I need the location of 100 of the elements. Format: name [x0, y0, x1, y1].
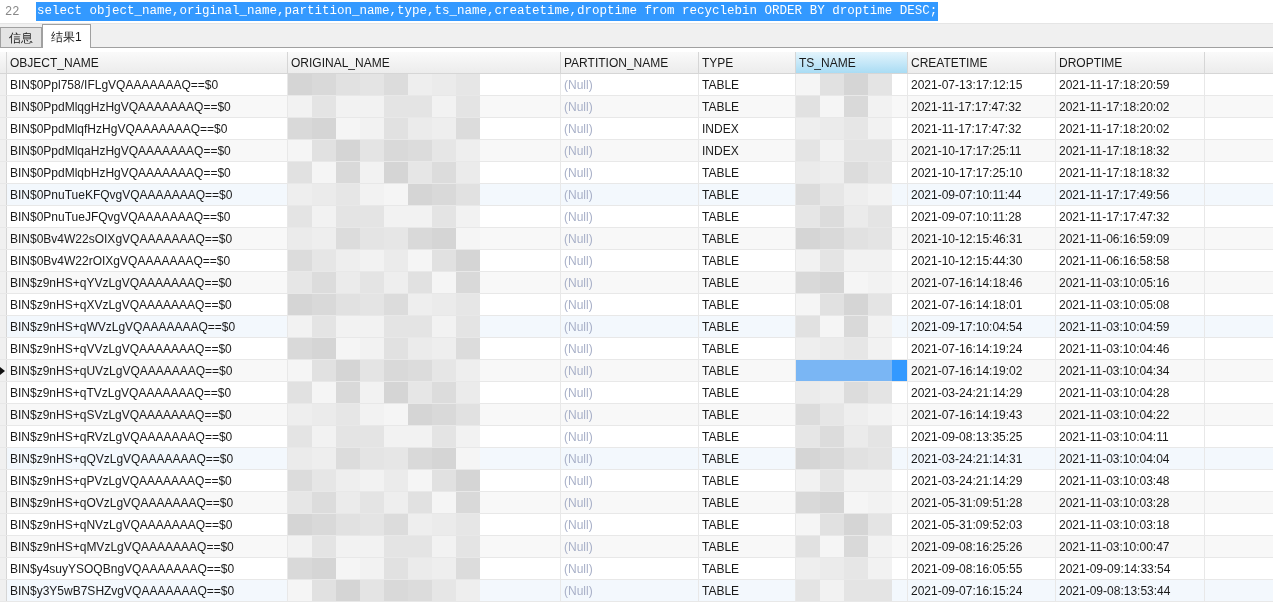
table-row[interactable]: BIN$z9nHS+qPVzLgVQAAAAAAAQ==$0 (Null) TABLE 2021-03-24:21:14:29 2021-11-03:10:03:48: [0, 470, 1273, 492]
line-number: 22: [4, 3, 21, 21]
table-row[interactable]: BIN$z9nHS+qTVzLgVQAAAAAAAQ==$0 (Null) TABLE 2021-03-24:21:14:29 2021-11-03:10:04:28: [0, 382, 1273, 404]
table-row[interactable]: BIN$z9nHS+qRVzLgVQAAAAAAAQ==$0 (Null) TABLE 2021-09-08:13:35:25 2021-11-03:10:04:11: [0, 426, 1273, 448]
table-cell-text: BIN$z9nHS+qPVzLgVQAAAAAAAQ==$0: [10, 472, 232, 490]
row-header[interactable]: [0, 360, 7, 381]
table-row[interactable]: BIN$z9nHS+qOVzLgVQAAAAAAAQ==$0 (Null) TABLE 2021-05-31:09:51:28 2021-11-03:10:03:28: [0, 492, 1273, 514]
table-cell-text: BIN$0PpdMlqaHzHgVQAAAAAAAQ==$0: [10, 142, 231, 160]
table-cell-text: 2021-09-08:16:05:55: [911, 560, 1023, 578]
table-cell-text: TABLE: [702, 296, 740, 314]
table-row[interactable]: BIN$0Bv4W22sOIXgVQAAAAAAAQ==$0 (Null) TABLE 2021-10-12:15:46:31 2021-11-06:16:59:09: [0, 228, 1273, 250]
table-cell-text: BIN$0PpdMlqgHzHgVQAAAAAAAQ==$0: [10, 98, 231, 116]
table-cell-text: 2021-11-17:17:49:56: [1059, 186, 1170, 204]
table-cell-text: 2021-07-16:14:18:01: [911, 296, 1023, 314]
column-header[interactable]: OBJECT_NAME: [7, 52, 288, 73]
column-header[interactable]: ORIGINAL_NAME: [288, 52, 561, 73]
table-row[interactable]: BIN$z9nHS+qMVzLgVQAAAAAAAQ==$0 (Null) TABLE 2021-09-08:16:25:26 2021-11-03:10:00:47: [0, 536, 1273, 558]
table-cell-text: 2021-11-06:16:58:58: [1059, 252, 1170, 270]
table-cell-text: 2021-11-17:17:47:32: [911, 120, 1022, 138]
table-row[interactable]: BIN$z9nHS+qWVzLgVQAAAAAAAQ==$0 (Null) TABLE 2021-09-17:10:04:54 2021-11-03:10:04:59: [0, 316, 1273, 338]
table-cell-text: BIN$z9nHS+qMVzLgVQAAAAAAAQ==$0: [10, 538, 234, 556]
table-row[interactable]: BIN$0PnuTueJFQvgVQAAAAAAAQ==$0 (Null) TABLE 2021-09-07:10:11:28 2021-11-17:17:47:32: [0, 206, 1273, 228]
table-cell-text: 2021-11-03:10:05:08: [1059, 296, 1170, 314]
table-row[interactable]: BIN$0PnuTueKFQvgVQAAAAAAAQ==$0 (Null) TABLE 2021-09-07:10:11:44 2021-11-17:17:49:56: [0, 184, 1273, 206]
table-cell-text: BIN$z9nHS+qNVzLgVQAAAAAAAQ==$0: [10, 516, 233, 534]
column-header[interactable]: CREATETIME: [908, 52, 1056, 73]
table-cell-text: (Null): [564, 538, 593, 556]
table-cell-text: (Null): [564, 494, 593, 512]
table-cell-text: (Null): [564, 384, 593, 402]
table-cell-text: (Null): [564, 516, 593, 534]
table-cell-text: TABLE: [702, 208, 740, 226]
table-cell-text: TABLE: [702, 164, 740, 182]
table-cell-text: 2021-05-31:09:52:03: [911, 516, 1023, 534]
table-cell-text: 2021-10-12:15:46:31: [911, 230, 1023, 248]
table-cell-text: 2021-11-03:10:04:34: [1059, 362, 1170, 380]
table-row[interactable]: BIN$y3Y5wB7SHZvgVQAAAAAAAQ==$0 (Null) TABLE 2021-09-07:16:15:24 2021-09-08:13:53:44: [0, 580, 1273, 602]
table-cell-text: (Null): [564, 76, 593, 94]
table-cell-text: BIN$z9nHS+qSVzLgVQAAAAAAAQ==$0: [10, 406, 232, 424]
column-header[interactable]: TS_NAME: [796, 52, 908, 73]
table-cell-text: (Null): [564, 362, 593, 380]
table-row[interactable]: BIN$0PpdMlqbHzHgVQAAAAAAAQ==$0 (Null) TABLE 2021-10-17:17:25:10 2021-11-17:18:18:32: [0, 162, 1273, 184]
table-cell-text: TABLE: [702, 98, 740, 116]
table-cell-text: BIN$0PpdMlqbHzHgVQAAAAAAAQ==$0: [10, 164, 231, 182]
table-row[interactable]: BIN$0PpdMlqfHzHgVQAAAAAAAQ==$0 (Null) INDEX 2021-11-17:17:47:32 2021-11-17:18:20:02: [0, 118, 1273, 140]
table-cell-text: 2021-07-13:17:12:15: [911, 76, 1023, 94]
table-cell-text: 2021-11-03:10:03:48: [1059, 472, 1170, 490]
table-cell-text: BIN$z9nHS+qTVzLgVQAAAAAAAQ==$0: [10, 384, 232, 402]
table-cell-text: 2021-09-07:10:11:28: [911, 208, 1022, 226]
column-header[interactable]: PARTITION_NAME: [561, 52, 699, 73]
table-cell-text: BIN$0Ppl758/IFLgVQAAAAAAAQ==$0: [10, 76, 219, 94]
table-cell-text: BIN$z9nHS+qYVzLgVQAAAAAAAQ==$0: [10, 274, 232, 292]
table-cell-text: (Null): [564, 406, 593, 424]
table-cell-text: 2021-11-17:18:18:32: [1059, 142, 1170, 160]
table-cell-text: BIN$0Bv4W22sOIXgVQAAAAAAAQ==$0: [10, 230, 233, 248]
table-cell-text: TABLE: [702, 230, 740, 248]
table-row[interactable]: BIN$z9nHS+qYVzLgVQAAAAAAAQ==$0 (Null) TABLE 2021-07-16:14:18:46 2021-11-03:10:05:16: [0, 272, 1273, 294]
table-cell-text: 2021-11-03:10:05:16: [1059, 274, 1170, 292]
table-row[interactable]: BIN$z9nHS+qQVzLgVQAAAAAAAQ==$0 (Null) TABLE 2021-03-24:21:14:31 2021-11-03:10:04:04: [0, 448, 1273, 470]
table-cell-text: (Null): [564, 428, 593, 446]
table-cell-text: 2021-09-07:10:11:44: [911, 186, 1022, 204]
table-row[interactable]: BIN$z9nHS+qVVzLgVQAAAAAAAQ==$0 (Null) TABLE 2021-07-16:14:19:24 2021-11-03:10:04:46: [0, 338, 1273, 360]
table-row[interactable]: BIN$z9nHS+qXVzLgVQAAAAAAAQ==$0 (Null) TABLE 2021-07-16:14:18:01 2021-11-03:10:05:08: [0, 294, 1273, 316]
table-cell-text: 2021-11-03:10:03:18: [1059, 516, 1170, 534]
table-cell-text: 2021-11-03:10:04:28: [1059, 384, 1170, 402]
table-row[interactable]: BIN$z9nHS+qNVzLgVQAAAAAAAQ==$0 (Null) TABLE 2021-05-31:09:52:03 2021-11-03:10:03:18: [0, 514, 1273, 536]
column-header[interactable]: DROPTIME: [1056, 52, 1205, 73]
table-cell-text: 2021-10-17:17:25:11: [911, 142, 1022, 160]
table-cell-text: BIN$z9nHS+qUVzLgVQAAAAAAAQ==$0: [10, 362, 233, 380]
table-cell-text: (Null): [564, 472, 593, 490]
table-cell-text: BIN$y3Y5wB7SHZvgVQAAAAAAAQ==$0: [10, 582, 235, 600]
result-tab[interactable]: 信息: [0, 27, 42, 47]
table-cell-text: TABLE: [702, 318, 740, 336]
table-cell-text: (Null): [564, 252, 593, 270]
table-cell-text: 2021-09-07:16:15:24: [911, 582, 1023, 600]
table-row[interactable]: BIN$0PpdMlqaHzHgVQAAAAAAAQ==$0 (Null) INDEX 2021-10-17:17:25:11 2021-11-17:18:18:32: [0, 140, 1273, 162]
table-cell-text: TABLE: [702, 538, 740, 556]
table-cell-text: 2021-09-17:10:04:54: [911, 318, 1023, 336]
table-cell-text: TABLE: [702, 384, 740, 402]
table-cell-text: BIN$0Bv4W22rOIXgVQAAAAAAAQ==$0: [10, 252, 231, 270]
table-cell-text: 2021-07-16:14:19:24: [911, 340, 1023, 358]
table-cell-text: TABLE: [702, 516, 740, 534]
table-cell-text: TABLE: [702, 472, 740, 490]
table-cell-text: 2021-11-17:17:47:32: [1059, 208, 1170, 226]
result-tab[interactable]: 结果1: [42, 24, 91, 48]
table-row[interactable]: BIN$0Bv4W22rOIXgVQAAAAAAAQ==$0 (Null) TABLE 2021-10-12:15:44:30 2021-11-06:16:58:58: [0, 250, 1273, 272]
table-cell-text: BIN$z9nHS+qWVzLgVQAAAAAAAQ==$0: [10, 318, 236, 336]
table-cell-text: 2021-05-31:09:51:28: [911, 494, 1023, 512]
table-cell-text: (Null): [564, 318, 593, 336]
table-row[interactable]: BIN$0Ppl758/IFLgVQAAAAAAAQ==$0 (Null) TABLE 2021-07-13:17:12:15 2021-11-17:18:20:59: [0, 74, 1273, 96]
table-cell-text: BIN$z9nHS+qQVzLgVQAAAAAAAQ==$0: [10, 450, 234, 468]
table-cell-text: (Null): [564, 296, 593, 314]
table-row[interactable]: BIN$y4suyYSOQBngVQAAAAAAAQ==$0 (Null) TABLE 2021-09-08:16:05:55 2021-09-09:14:33:54: [0, 558, 1273, 580]
table-cell-text: TABLE: [702, 340, 740, 358]
table-cell-text: INDEX: [702, 120, 739, 138]
table-cell-text: (Null): [564, 340, 593, 358]
table-row[interactable]: BIN$z9nHS+qUVzLgVQAAAAAAAQ==$0 (Null) TABLE 2021-07-16:14:19:02 2021-11-03:10:04:34: [0, 360, 1273, 382]
table-cell-text: 2021-03-24:21:14:29: [911, 472, 1023, 490]
table-row[interactable]: BIN$0PpdMlqgHzHgVQAAAAAAAQ==$0 (Null) TABLE 2021-11-17:17:47:32 2021-11-17:18:20:02: [0, 96, 1273, 118]
table-row[interactable]: BIN$z9nHS+qSVzLgVQAAAAAAAQ==$0 (Null) TABLE 2021-07-16:14:19:43 2021-11-03:10:04:22: [0, 404, 1273, 426]
table-cell-text: (Null): [564, 582, 593, 600]
